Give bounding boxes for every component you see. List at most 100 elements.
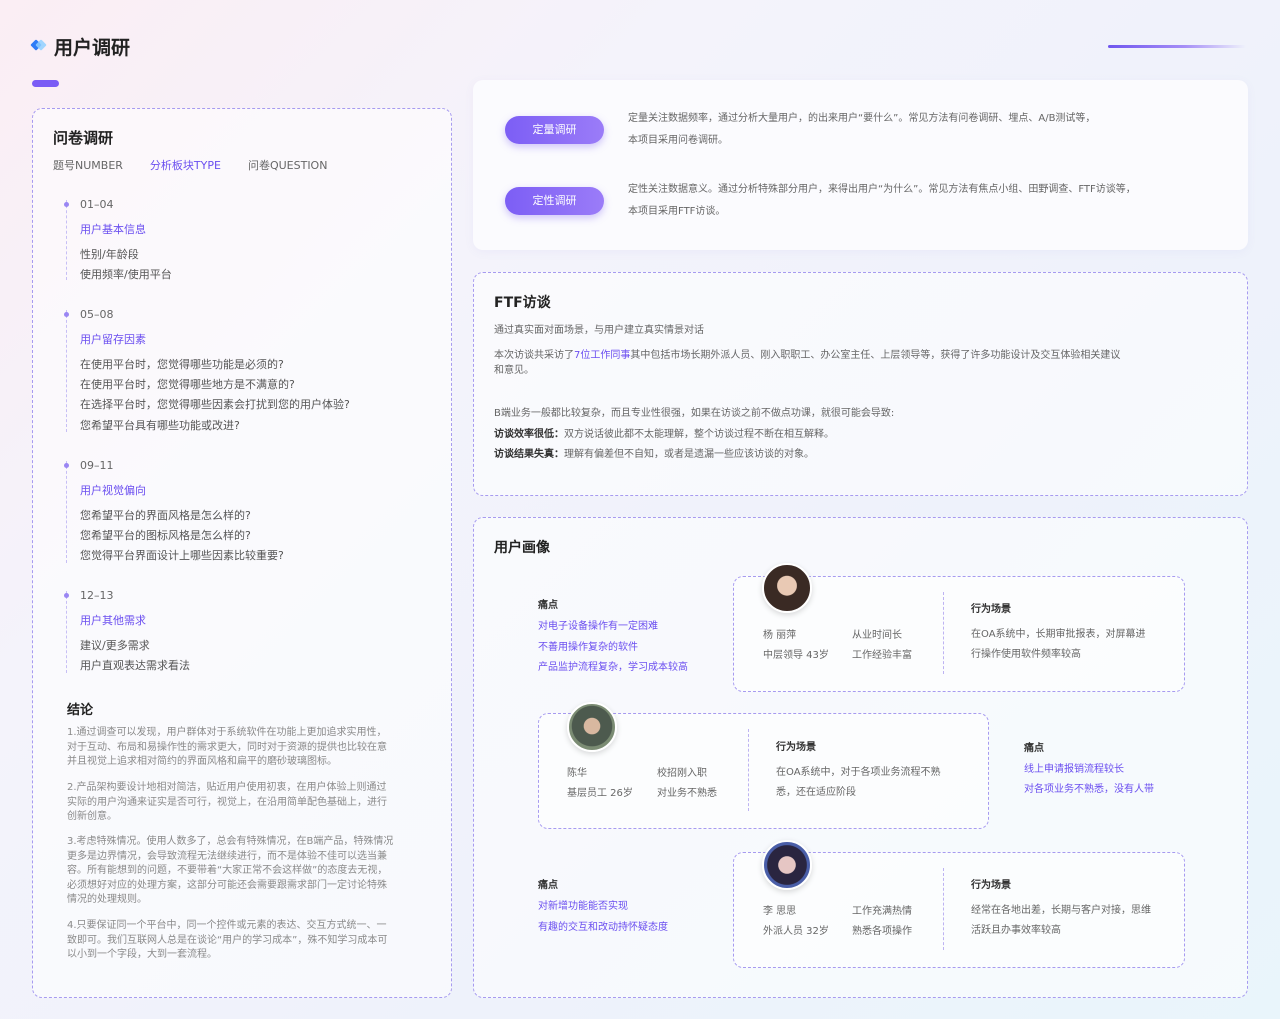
group-item: 在使用平台时，您觉得哪些地方是不满意的?: [80, 378, 295, 391]
persona-trait: 工作充满热情: [852, 906, 912, 917]
qualitative-button[interactable]: 定性调研: [505, 187, 604, 215]
group-item: 用户直观表达需求看法: [80, 659, 190, 672]
scene-label: 行为场景: [776, 742, 816, 753]
ftf-card: [473, 272, 1248, 496]
group-item: 性别/年龄段: [80, 248, 139, 261]
pain-item: 有趣的交互和改动持怀疑态度: [538, 922, 668, 933]
conclusion-line: 2.产品架构要设计地相对简洁，贴近用户使用初衷，在用户体验上则通过: [67, 782, 387, 793]
quantitative-button[interactable]: 定量调研: [505, 116, 604, 144]
conclusion-line: 3.考虑特殊情况。使用人数多了，总会有特殊情况，在B端产品，特殊情况: [67, 836, 394, 847]
persona-name: 李 思思: [763, 906, 797, 917]
divider: [748, 729, 749, 811]
timeline-line: [66, 461, 67, 563]
description-line: 定性关注数据意义。通过分析特殊部分用户，来得出用户“为什么”。常见方法有焦点小组…: [628, 184, 1136, 195]
tab-number[interactable]: 题号NUMBER: [53, 157, 123, 173]
avatar: [762, 563, 812, 613]
pain-item: 对新增功能能否实现: [538, 901, 628, 912]
group-item: 您希望平台的图标风格是怎么样的?: [80, 529, 251, 542]
avatar: [567, 702, 617, 752]
persona-trait: 对业务不熟悉: [657, 788, 717, 799]
persona-trait: 校招刚入职: [657, 768, 707, 779]
pain-item: 不善用操作复杂的软件: [538, 642, 638, 653]
ftf-point-text: 双方说话彼此都不太能理解，整个访谈过程不断在相互解释。: [564, 429, 834, 440]
divider: [943, 868, 944, 950]
pain-label: 痛点: [1024, 743, 1044, 754]
pain-item: 对各项业务不熟悉，没有人带: [1024, 784, 1154, 795]
persona-title: 用户画像: [494, 540, 550, 556]
ftf-point: 访谈效率很低：双方说话彼此都不太能理解，整个访谈过程不断在相互解释。: [494, 425, 834, 440]
conclusion-paragraph: 1.通过调查可以发现，用户群体对于系统软件在功能上更加追求实用性， 对于互动、布…: [67, 726, 411, 770]
ftf-text: 和意见。: [494, 364, 534, 376]
group-item: 在使用平台时，您觉得哪些功能是必须的?: [80, 358, 284, 371]
group-item: 使用频率/使用平台: [80, 268, 172, 281]
persona-name: 杨 丽萍: [763, 630, 797, 641]
ftf-point-text: 理解有偏差但不自知，或者是遗漏一些应该访谈的对象。: [564, 449, 814, 460]
ftf-paragraph: 本次访谈共采访了7位工作同事其中包括市场长期外派人员、刚入职职工、办公室主任、上…: [494, 349, 1184, 378]
description-line: 定量关注数据频率，通过分析大量用户，的出来用户“要什么”。常见方法有问卷调研、埋…: [628, 113, 1096, 124]
ftf-intro: 通过真实面对面场景，与用户建立真实情景对话: [494, 325, 704, 336]
group-title: 用户视觉偏向: [80, 484, 146, 497]
pain-label: 痛点: [538, 600, 558, 611]
tab-question[interactable]: 问卷QUESTION: [248, 157, 328, 173]
title-accent-bar: [32, 80, 59, 87]
questionnaire-title: 问卷调研: [53, 129, 114, 147]
pain-item: 线上申请报销流程较长: [1024, 764, 1124, 775]
scene-text: 在OA系统中，对于各项业务流程不熟: [776, 767, 941, 778]
pain-label: 痛点: [538, 880, 558, 891]
timeline-dot: [64, 312, 69, 317]
ftf-title: FTF访谈: [494, 295, 551, 311]
conclusion-line: 4.只要保证同一个平台中，同一个控件或元素的表达、交互方式统一、一: [67, 920, 387, 931]
conclusion-line: 创新创意。: [67, 811, 117, 822]
pain-item: 对电子设备操作有一定困难: [538, 621, 658, 632]
group-item: 您希望平台的界面风格是怎么样的?: [80, 509, 251, 522]
persona-trait: 熟悉各项操作: [852, 926, 912, 937]
scene-text: 悉，还在适应阶段: [776, 787, 856, 798]
conclusion-line: 以小到一个字段，大到一套流程。: [67, 949, 217, 960]
timeline-dot: [64, 463, 69, 468]
persona-name: 陈华: [567, 768, 587, 779]
group-title: 用户留存因素: [80, 333, 146, 346]
description-line: 本项目采用FTF访谈。: [628, 206, 726, 217]
ftf-text: 其中包括市场长期外派人员、刚入职职工、办公室主任、上层领导等，获得了许多功能设计…: [630, 350, 1121, 361]
timeline-dot: [64, 593, 69, 598]
pain-item: 产品监护流程复杂，学习成本较高: [538, 662, 688, 673]
description-line: 本项目采用问卷调研。: [628, 135, 728, 146]
scene-text: 活跃且办事效率较高: [971, 925, 1061, 936]
group-item: 您觉得平台界面设计上哪些因素比较重要?: [80, 549, 284, 562]
conclusion-line: 实际的用户沟通来证实是否可行，视觉上，在沿用简单配色基础上，进行: [67, 796, 387, 808]
conclusion-line: 对于互动、布局和易操作性的需求更大，同时对于资源的提供也比较在意: [67, 741, 387, 753]
persona-trait: 工作经验丰富: [852, 650, 912, 661]
timeline-dot: [64, 202, 69, 207]
logo-icon: [30, 39, 47, 51]
conclusion-paragraph: 3.考虑特殊情况。使用人数多了，总会有特殊情况，在B端产品，特殊情况 更多是边界…: [67, 835, 411, 908]
group-item: 您希望平台具有哪些功能或改进?: [80, 419, 240, 432]
conclusion-line: 致即可。我们互联网人总是在谈论“用户的学习成本”，殊不知学习成本可: [67, 934, 388, 946]
timeline-line: [66, 200, 67, 280]
timeline-line: [66, 591, 67, 673]
scene-label: 行为场景: [971, 880, 1011, 891]
scene-label: 行为场景: [971, 604, 1011, 615]
conclusion-line: 必须想好对应的处理方案，这部分可能还会需要跟需求部门一定讨论特殊: [67, 879, 387, 891]
group-number: 09–11: [80, 459, 114, 472]
scene-text: 经常在各地出差，长期与客户对接，思维: [971, 905, 1151, 916]
conclusion-paragraph: 2.产品架构要设计地相对简洁，贴近用户使用初衷，在用户体验上则通过 实际的用户沟…: [67, 781, 411, 825]
persona-role: 外派人员 32岁: [763, 926, 829, 937]
conclusion-title: 结论: [67, 703, 94, 718]
ftf-highlight: 7位工作同事: [574, 350, 631, 361]
persona-role: 基层员工 26岁: [567, 788, 633, 799]
tab-type[interactable]: 分析板块TYPE: [150, 157, 221, 173]
group-number: 01–04: [80, 198, 114, 211]
quantitative-description: 定量关注数据频率，通过分析大量用户，的出来用户“要什么”。常见方法有问卷调研、埋…: [628, 108, 1095, 152]
conclusion-line: 1.通过调查可以发现，用户群体对于系统软件在功能上更加追求实用性，: [67, 727, 387, 738]
conclusion-paragraph: 4.只要保证同一个平台中，同一个控件或元素的表达、交互方式统一、一 致即可。我们…: [67, 919, 411, 963]
group-title: 用户基本信息: [80, 223, 146, 236]
page-title: 用户调研: [54, 37, 131, 59]
avatar: [762, 840, 812, 890]
scene-text: 在OA系统中，长期审批报表，对屏幕进: [971, 629, 1146, 640]
group-number: 12–13: [80, 589, 114, 602]
questionnaire-tabs: 题号NUMBER 分析板块TYPE 问卷QUESTION: [53, 157, 327, 173]
ftf-point: 访谈结果失真：理解有偏差但不自知，或者是遗漏一些应该访谈的对象。: [494, 445, 814, 460]
qualitative-description: 定性关注数据意义。通过分析特殊部分用户，来得出用户“为什么”。常见方法有焦点小组…: [628, 179, 1136, 223]
methods-card: [473, 80, 1248, 250]
persona-trait: 从业时间长: [852, 630, 902, 641]
